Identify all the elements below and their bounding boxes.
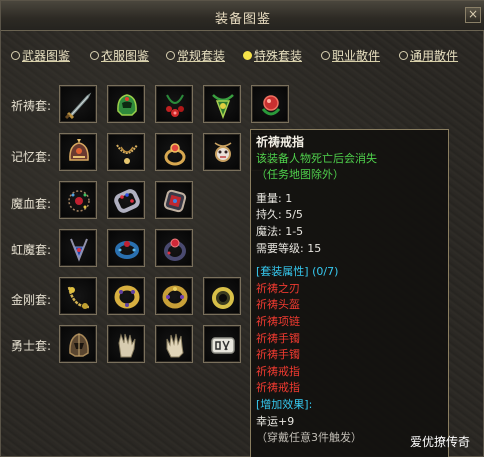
ring-icon bbox=[164, 143, 186, 166]
radio-icon bbox=[166, 51, 175, 60]
item-slot[interactable] bbox=[155, 85, 193, 123]
category-tabs: 武器图鉴 衣服图鉴 常规套装 特殊套装 职业散件 通用散件 bbox=[1, 47, 484, 67]
item-description-note: （任务地图除外） bbox=[256, 168, 344, 182]
item-slot[interactable] bbox=[251, 85, 289, 123]
item-slot[interactable] bbox=[59, 133, 97, 171]
item-slot[interactable] bbox=[59, 181, 97, 219]
tab-label: 衣服图鉴 bbox=[101, 49, 150, 63]
radio-icon bbox=[321, 51, 330, 60]
necklace-icon bbox=[68, 190, 90, 212]
bonus-effect-header: [增加效果]: bbox=[256, 397, 313, 411]
tab-label: 特殊套装 bbox=[254, 49, 303, 63]
close-button[interactable]: × bbox=[465, 7, 481, 23]
radio-selected-icon bbox=[243, 51, 252, 60]
item-slot[interactable] bbox=[59, 229, 97, 267]
item-slot[interactable] bbox=[203, 133, 241, 171]
ring-icon bbox=[211, 337, 235, 354]
radio-icon bbox=[90, 51, 99, 60]
radio-icon bbox=[11, 51, 20, 60]
helmet-icon bbox=[117, 94, 137, 116]
item-slot[interactable] bbox=[107, 325, 145, 363]
set-attributes-header: [套装属性] (0/7) bbox=[256, 265, 339, 279]
stat-required-level: 需要等级: 15 bbox=[256, 241, 322, 255]
set-label-warrior: 勇士套: bbox=[11, 339, 52, 353]
set-item: 祈祷之刃 bbox=[256, 281, 300, 295]
stat-magic: 魔法: 1-5 bbox=[256, 224, 304, 238]
gem-icon bbox=[261, 95, 281, 116]
item-slot[interactable] bbox=[203, 85, 241, 123]
title-bar[interactable]: 装备图鉴 × bbox=[1, 1, 484, 31]
tab-clothes[interactable]: 衣服图鉴 bbox=[90, 47, 149, 64]
stat-durability: 持久: 5/5 bbox=[256, 208, 303, 222]
item-slot[interactable] bbox=[59, 277, 97, 315]
item-slot[interactable] bbox=[107, 85, 145, 123]
item-tooltip: 祈祷戒指 该装备人物死亡后会消失 （任务地图除外） 重量: 1 持久: 5/5 … bbox=[250, 129, 449, 457]
tab-special-sets[interactable]: 特殊套装 bbox=[243, 47, 302, 64]
tab-label: 通用散件 bbox=[410, 49, 459, 63]
item-slot[interactable] bbox=[155, 133, 193, 171]
bracelet-icon bbox=[163, 189, 187, 213]
bracelet-icon bbox=[162, 285, 188, 309]
radio-icon bbox=[399, 51, 408, 60]
set-item: 祈祷手镯 bbox=[256, 331, 300, 345]
amulet-icon bbox=[214, 142, 232, 162]
set-label-demon-blood: 魔血套: bbox=[11, 197, 52, 211]
sword-icon bbox=[64, 92, 92, 120]
stat-weight: 重量: 1 bbox=[256, 191, 293, 205]
equipment-codex-window: 装备图鉴 × 武器图鉴 衣服图鉴 常规套装 特殊套装 职业散件 通用散件 祈祷套… bbox=[0, 0, 484, 457]
set-label-prayer: 祈祷套: bbox=[11, 99, 52, 113]
item-slot[interactable] bbox=[155, 277, 193, 315]
window-title: 装备图鉴 bbox=[214, 12, 271, 27]
necklace-icon bbox=[166, 94, 184, 117]
helmet-icon bbox=[69, 139, 89, 161]
ring-icon bbox=[212, 287, 234, 309]
necklace-icon bbox=[67, 286, 90, 309]
amulet-icon bbox=[70, 238, 88, 262]
bracelet-icon bbox=[114, 285, 140, 309]
tab-common-items[interactable]: 通用散件 bbox=[399, 47, 458, 64]
helmet-icon bbox=[69, 333, 89, 357]
set-item: 祈祷戒指 bbox=[256, 381, 300, 395]
item-slot[interactable] bbox=[59, 325, 97, 363]
tab-label: 职业散件 bbox=[332, 49, 381, 63]
tab-weapons[interactable]: 武器图鉴 bbox=[11, 47, 70, 64]
item-slot[interactable] bbox=[155, 325, 193, 363]
glove-icon bbox=[166, 333, 184, 358]
item-slot[interactable] bbox=[107, 277, 145, 315]
set-item: 祈祷手镯 bbox=[256, 348, 300, 362]
set-item: 祈祷头盔 bbox=[256, 298, 300, 312]
item-slot[interactable] bbox=[107, 181, 145, 219]
amulet-icon bbox=[212, 94, 234, 120]
item-description: 该装备人物死亡后会消失 bbox=[256, 151, 377, 165]
tab-regular-sets[interactable]: 常规套装 bbox=[166, 47, 225, 64]
bracelet-icon bbox=[114, 189, 140, 213]
item-slot[interactable] bbox=[203, 325, 241, 363]
tab-label: 常规套装 bbox=[177, 49, 226, 63]
item-slot[interactable] bbox=[59, 85, 97, 123]
set-item: 祈祷戒指 bbox=[256, 364, 300, 378]
item-slot[interactable] bbox=[155, 229, 193, 267]
set-label-memory: 记忆套: bbox=[11, 150, 52, 164]
bonus-effect: 幸运+9 bbox=[256, 414, 295, 428]
item-slot[interactable] bbox=[203, 277, 241, 315]
bracelet-icon bbox=[115, 241, 139, 259]
item-slot[interactable] bbox=[107, 133, 145, 171]
tab-class-items[interactable]: 职业散件 bbox=[321, 47, 380, 64]
set-label-rainbow: 虹魔套: bbox=[11, 243, 52, 257]
item-name: 祈祷戒指 bbox=[256, 135, 305, 149]
tab-label: 武器图鉴 bbox=[22, 49, 71, 63]
bracelet-icon bbox=[164, 238, 186, 261]
glove-icon bbox=[118, 333, 136, 358]
item-slot[interactable] bbox=[155, 181, 193, 219]
set-label-diamond: 金刚套: bbox=[11, 293, 52, 307]
necklace-icon bbox=[116, 144, 138, 164]
item-slot[interactable] bbox=[107, 229, 145, 267]
watermark: 爱优撩传奇 bbox=[410, 435, 471, 449]
set-item: 祈祷项链 bbox=[256, 314, 300, 328]
